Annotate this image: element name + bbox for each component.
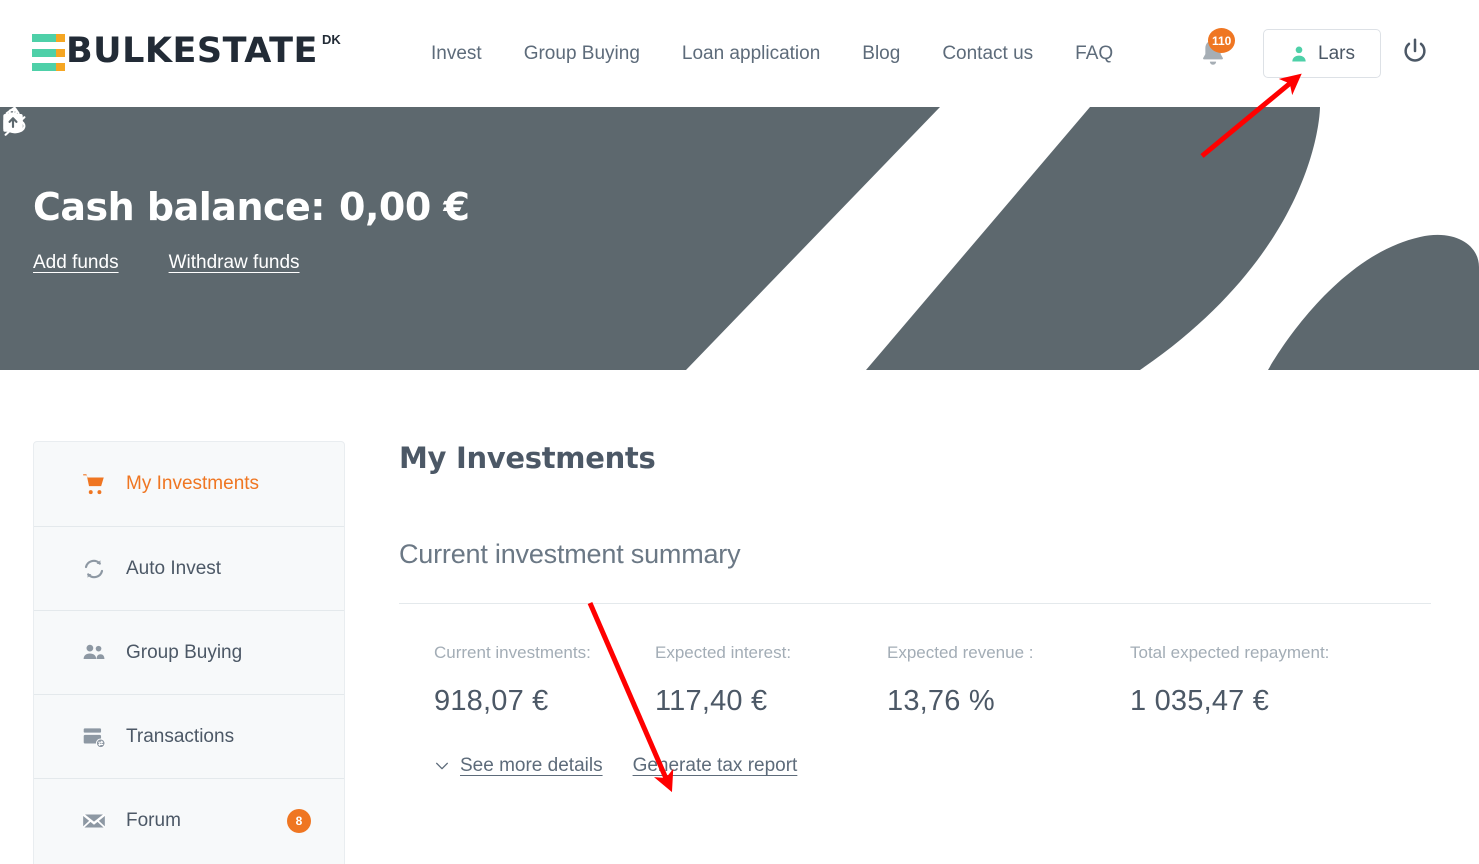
app-page: BULKESTATE DK Invest Group Buying Loan a… [0,0,1479,864]
sidebar-label-forum: Forum [126,809,181,831]
chevron-down-icon [436,762,448,770]
cash-balance-value: 0,00 € [339,185,470,229]
generate-tax-report-label: Generate tax report [632,755,798,776]
brand-logo[interactable]: BULKESTATE DK [32,31,341,71]
see-more-details-link[interactable]: See more details [434,755,603,777]
stat-value: 117,40 € [655,685,768,717]
brand-country-suffix: DK [321,32,341,47]
withdraw-funds-link[interactable]: Withdraw funds [3,109,300,274]
stat-current-investments: Current investments: 918,07 € [399,643,655,718]
nav-item-loan-application[interactable]: Loan application [661,43,841,65]
sidebar-item-group-buying[interactable]: Group Buying [34,610,344,694]
forum-unread-badge: 8 [287,808,311,833]
stat-expected-revenue: Expected revenue : 13,76 % [887,643,1130,718]
dashboard-sidebar: My Investments Auto Invest Group Buying … [33,441,345,864]
stat-total-expected-repayment: Total expected repayment: 1 035,47 € [1130,643,1430,718]
site-header: BULKESTATE DK Invest Group Buying Loan a… [0,0,1479,107]
notifications-button[interactable]: 110 [1196,28,1236,74]
nav-item-group-buying[interactable]: Group Buying [503,43,661,65]
page-title: My Investments [399,441,656,475]
stat-label: Current investments: [434,643,591,662]
person-icon [1292,46,1306,61]
nav-item-invest[interactable]: Invest [410,43,503,65]
refresh-cycle-icon [79,554,109,584]
sidebar-item-auto-invest[interactable]: Auto Invest [34,526,344,610]
withdraw-briefcase-icon [3,109,23,131]
cash-balance-label: Cash balance: [33,185,326,229]
section-title-investment-summary: Current investment summary [399,539,741,569]
power-icon [1404,38,1426,62]
cash-balance-banner: Cash balance: 0,00 € Add funds Withdraw … [0,107,1479,370]
generate-tax-report-link[interactable]: Generate tax report [633,755,798,777]
notification-count-badge: 110 [1208,28,1236,53]
stat-label: Expected interest: [655,643,792,662]
transaction-card-icon [79,722,109,752]
stat-value: 13,76 % [887,685,995,717]
investment-summary-stats: Current investments: 918,07 € Expected i… [399,643,1434,718]
sidebar-label-my-investments: My Investments [126,473,260,494]
main-navigation: Invest Group Buying Loan application Blo… [410,0,1134,107]
shopping-cart-icon [79,469,109,499]
sidebar-item-transactions[interactable]: Transactions [34,694,344,778]
sidebar-item-forum[interactable]: Forum 8 [34,778,344,862]
summary-actions: See more details Generate tax report [399,755,1434,777]
cash-balance-row: Cash balance: 0,00 € [4,116,1479,229]
sidebar-label-auto-invest: Auto Invest [126,557,222,579]
see-more-details-label: See more details [460,755,603,776]
stat-expected-interest: Expected interest: 117,40 € [655,643,887,718]
logo-bars-icon [32,31,65,71]
add-funds-label: Add funds [33,252,119,273]
add-funds-link[interactable]: Add funds [3,107,119,274]
sidebar-item-my-investments[interactable]: My Investments [34,442,344,526]
nav-item-contact-us[interactable]: Contact us [921,43,1054,65]
withdraw-funds-label: Withdraw funds [168,252,300,273]
people-icon [79,638,109,668]
user-name-label: Lars [1318,42,1355,64]
banner-content: Cash balance: 0,00 € Add funds Withdraw … [0,107,1479,274]
stat-label: Expected revenue : [887,643,1034,662]
stat-label: Total expected repayment: [1130,643,1330,662]
brand-name: BULKESTATE [66,31,318,71]
section-divider [399,603,1431,604]
sidebar-label-transactions: Transactions [126,725,235,747]
sidebar-label-group-buying: Group Buying [126,641,243,663]
envelope-icon [79,806,109,836]
stat-value: 918,07 € [434,685,549,717]
user-menu-button[interactable]: Lars [1263,29,1381,78]
logout-button[interactable] [1400,36,1430,66]
banner-actions: Add funds Withdraw funds [3,107,1479,274]
main-content: My Investments Current investment summar… [399,441,1434,777]
stat-value: 1 035,47 € [1130,685,1270,717]
nav-item-faq[interactable]: FAQ [1054,43,1134,65]
nav-item-blog[interactable]: Blog [841,43,921,65]
